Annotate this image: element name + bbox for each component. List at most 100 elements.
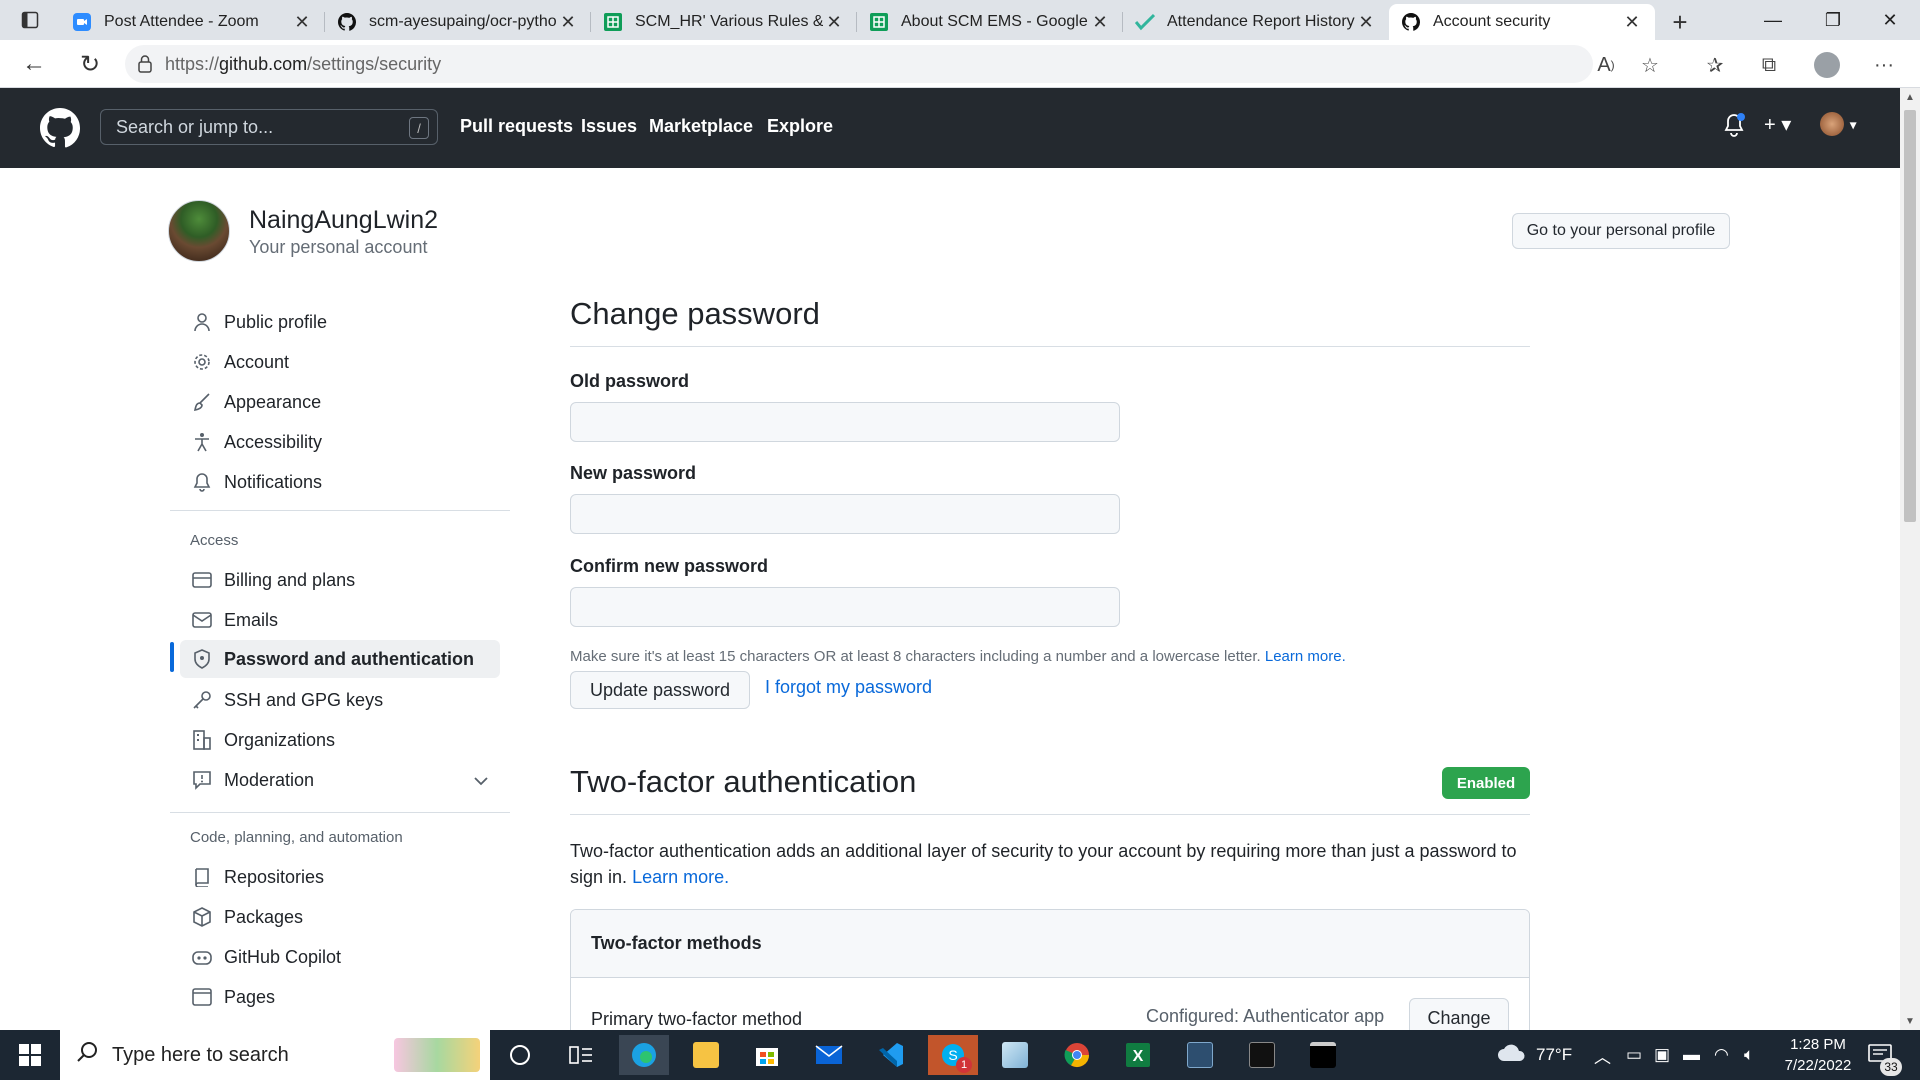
- sidebar-item-organizations[interactable]: Organizations: [180, 721, 500, 759]
- minimize-icon[interactable]: —: [1743, 0, 1803, 40]
- url-path: /settings/security: [307, 53, 442, 74]
- sidebar-item-password-authentication[interactable]: Password and authentication: [180, 640, 500, 678]
- scroll-up-icon[interactable]: ▲: [1900, 88, 1920, 106]
- close-tab-icon[interactable]: ✕: [1089, 12, 1111, 33]
- sheets-icon: [869, 12, 889, 32]
- nav-issues[interactable]: Issues: [581, 116, 637, 137]
- nav-marketplace[interactable]: Marketplace: [649, 116, 753, 137]
- page-scrollbar[interactable]: ▲ ▼: [1900, 88, 1920, 1030]
- two-factor-learn-more-link[interactable]: Learn more.: [632, 867, 729, 887]
- tray-meet-icon[interactable]: ▭: [1626, 1030, 1642, 1080]
- taskbar-search-input[interactable]: Type here to search: [60, 1030, 490, 1080]
- app-icon[interactable]: [990, 1035, 1040, 1075]
- edge-icon[interactable]: [619, 1035, 669, 1075]
- task-view-icon[interactable]: [556, 1035, 606, 1075]
- browser-tab[interactable]: SCM_HR' Various Rules & Fl ✕: [591, 4, 857, 40]
- collections-icon[interactable]: ⧉: [1753, 49, 1785, 81]
- new-password-field[interactable]: [570, 494, 1120, 534]
- weather-widget[interactable]: 77°F: [1496, 1030, 1572, 1080]
- refresh-icon[interactable]: ↻: [62, 40, 118, 88]
- sidebar-item-pages[interactable]: Pages: [180, 978, 500, 1016]
- notifications-bell-icon[interactable]: [1723, 113, 1745, 143]
- browser-tab[interactable]: Attendance Report History ✕: [1123, 4, 1389, 40]
- go-to-profile-button[interactable]: Go to your personal profile: [1512, 213, 1730, 249]
- update-password-button[interactable]: Update password: [570, 671, 750, 709]
- organization-icon: [190, 728, 214, 752]
- sidebar-item-account[interactable]: Account: [180, 343, 500, 381]
- close-window-icon[interactable]: ✕: [1860, 0, 1920, 40]
- two-factor-title: Two-factor authentication: [570, 764, 917, 799]
- sidebar-item-packages[interactable]: Packages: [180, 898, 500, 936]
- browser-tab-strip: Post Attendee - Zoom ✕ scm-ayesupaing/oc…: [0, 0, 1920, 40]
- browser-tab[interactable]: Post Attendee - Zoom ✕: [60, 4, 325, 40]
- sidebar-item-notifications[interactable]: Notifications: [180, 463, 500, 501]
- url-field[interactable]: https://github.com/settings/security: [125, 45, 1593, 83]
- search-icon: [76, 1041, 98, 1069]
- action-center-icon[interactable]: 33: [1868, 1030, 1902, 1080]
- file-explorer-icon[interactable]: [681, 1035, 731, 1075]
- sidebar-item-moderation[interactable]: Moderation: [180, 761, 500, 799]
- sidebar-item-ssh-gpg-keys[interactable]: SSH and GPG keys: [180, 681, 500, 719]
- excel-icon[interactable]: X: [1113, 1035, 1163, 1075]
- add-favorite-icon[interactable]: ☆: [1634, 49, 1666, 81]
- profile-avatar-icon[interactable]: [1811, 49, 1843, 81]
- sidebar-item-repositories[interactable]: Repositories: [180, 858, 500, 896]
- cortana-icon[interactable]: [495, 1035, 545, 1075]
- chevron-down-icon[interactable]: [474, 770, 488, 791]
- clock[interactable]: 1:28 PM 7/22/2022: [1773, 1034, 1863, 1076]
- read-aloud-icon[interactable]: A): [1590, 49, 1622, 81]
- scroll-down-icon[interactable]: ▼: [1900, 1012, 1920, 1030]
- account-subtitle: Your personal account: [249, 237, 428, 257]
- new-tab-icon[interactable]: +: [1655, 4, 1705, 40]
- tab-actions-icon[interactable]: [0, 0, 60, 40]
- copilot-icon: [190, 945, 214, 969]
- wifi-icon[interactable]: ◠: [1714, 1030, 1729, 1080]
- nav-pull-requests[interactable]: Pull requests: [460, 116, 573, 137]
- sidebar-item-appearance[interactable]: Appearance: [180, 383, 500, 421]
- user-avatar-menu-icon[interactable]: ▾: [1820, 112, 1857, 136]
- github-search-input[interactable]: Search or jump to... /: [100, 109, 438, 145]
- nav-explore[interactable]: Explore: [767, 116, 833, 137]
- sidebar-item-accessibility[interactable]: Accessibility: [180, 423, 500, 461]
- back-icon[interactable]: ←: [6, 40, 62, 88]
- close-tab-icon[interactable]: ✕: [291, 12, 313, 33]
- github-logo-icon[interactable]: [40, 108, 80, 148]
- sidebar-item-copilot[interactable]: GitHub Copilot: [180, 938, 500, 976]
- account-username[interactable]: NaingAungLwin2: [249, 206, 438, 235]
- close-tab-icon[interactable]: ✕: [1621, 12, 1643, 33]
- favorites-icon[interactable]: ✰: [1699, 49, 1731, 81]
- battery-icon[interactable]: ▬: [1683, 1030, 1700, 1080]
- restore-icon[interactable]: ❐: [1803, 0, 1863, 40]
- status-badge: Enabled: [1442, 767, 1530, 799]
- browser-tab[interactable]: scm-ayesupaing/ocr-pytho ✕: [325, 4, 591, 40]
- chrome-icon[interactable]: [1052, 1035, 1102, 1075]
- browser-tab-active[interactable]: Account security ✕: [1389, 4, 1655, 40]
- microsoft-store-icon[interactable]: [742, 1035, 792, 1075]
- password-learn-more-link[interactable]: Learn more.: [1265, 648, 1346, 665]
- windows-start-icon[interactable]: [0, 1030, 60, 1080]
- sidebar-item-billing[interactable]: Billing and plans: [180, 561, 500, 599]
- forgot-password-link[interactable]: I forgot my password: [765, 677, 932, 698]
- chevron-up-icon[interactable]: ︿: [1594, 1030, 1611, 1080]
- close-tab-icon[interactable]: ✕: [1355, 12, 1377, 33]
- volume-icon[interactable]: 🔈︎: [1744, 1030, 1754, 1080]
- close-tab-icon[interactable]: ✕: [557, 12, 579, 33]
- old-password-field[interactable]: [570, 402, 1120, 442]
- scrollbar-thumb[interactable]: [1904, 110, 1916, 522]
- vscode-icon[interactable]: [866, 1035, 916, 1075]
- browser-tab[interactable]: About SCM EMS - Google S ✕: [857, 4, 1123, 40]
- close-tab-icon[interactable]: ✕: [823, 12, 845, 33]
- sidebar-item-emails[interactable]: Emails: [180, 601, 500, 639]
- mysql-workbench-icon[interactable]: [1175, 1035, 1225, 1075]
- more-menu-icon[interactable]: ···: [1868, 49, 1900, 81]
- skype-icon[interactable]: S1: [928, 1035, 978, 1075]
- mysql-shell-icon[interactable]: [1237, 1035, 1287, 1075]
- two-factor-methods-box: Two-factor methods Primary two-factor me…: [570, 909, 1530, 1049]
- confirm-password-field[interactable]: [570, 587, 1120, 627]
- tray-display-icon[interactable]: ▣: [1654, 1030, 1670, 1080]
- sidebar-item-public-profile[interactable]: Public profile: [180, 303, 500, 341]
- terminal-icon[interactable]: [1298, 1035, 1348, 1075]
- create-new-plus-icon[interactable]: + ▾: [1764, 112, 1791, 137]
- mail-app-icon[interactable]: [804, 1035, 854, 1075]
- key-icon: [190, 688, 214, 712]
